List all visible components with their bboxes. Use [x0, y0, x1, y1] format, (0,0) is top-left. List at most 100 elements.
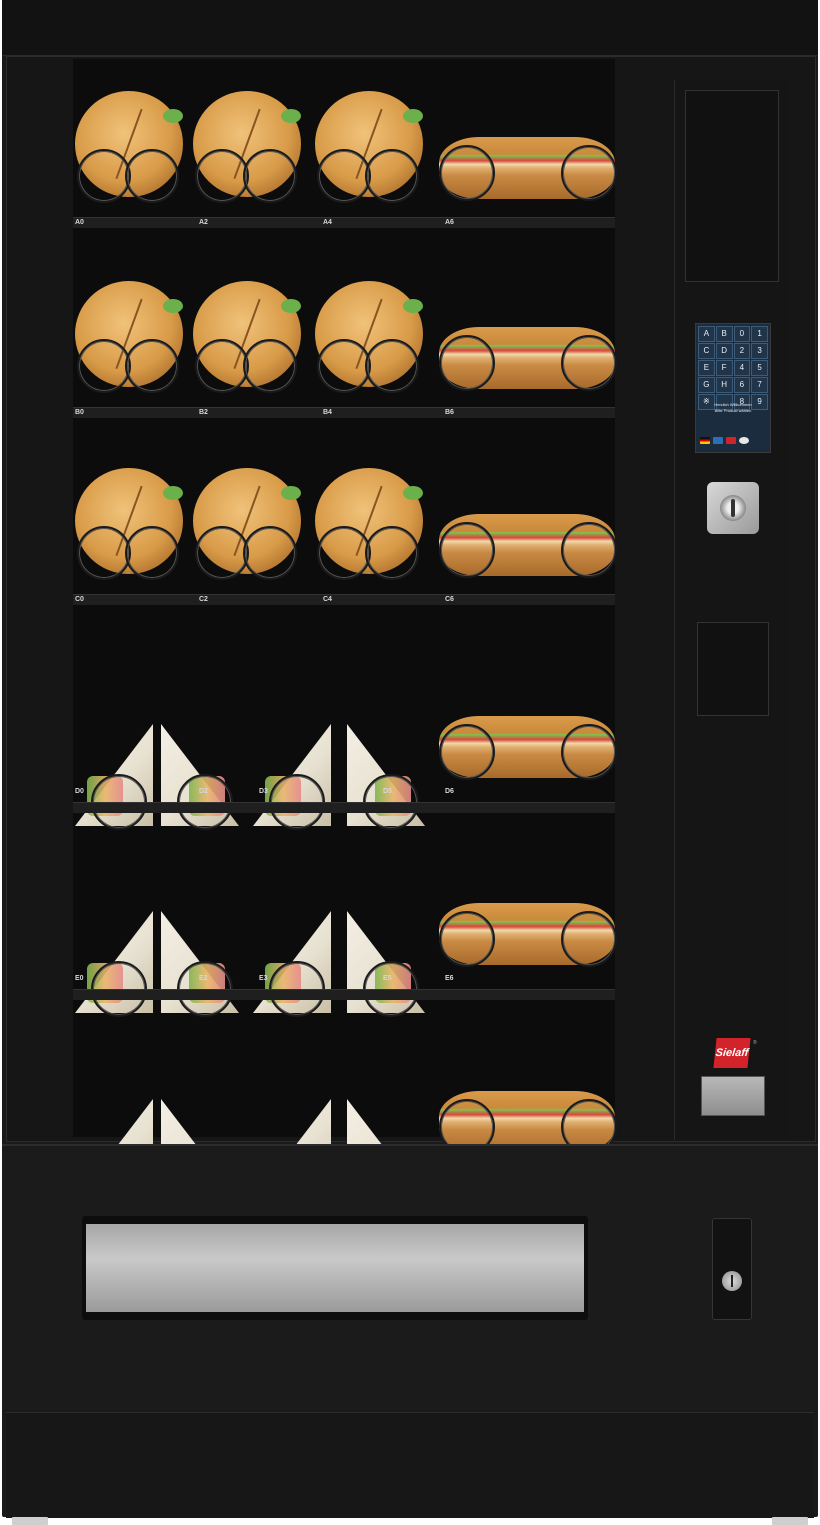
product-glass-window: A0 A2 A4 A6 B0 B2 B4 B6 C0 C2 C4 C6 D0 D2 D3 D5 D6 E0 E2 E3…	[73, 59, 617, 1205]
slot-label: A0	[75, 219, 84, 226]
spiral-coil	[125, 526, 179, 580]
keypad-key[interactable]: D	[715, 343, 733, 359]
welcome-line-2: Bitte Produkt wählen	[714, 408, 752, 413]
slot-label: B2	[199, 409, 208, 416]
slot-label: A2	[199, 219, 208, 226]
spiral-coil	[195, 339, 249, 393]
slot-label: E3	[259, 975, 268, 982]
machine-plinth	[6, 1412, 814, 1518]
spiral-coil	[439, 145, 495, 201]
card-reader-recess	[685, 90, 779, 282]
lettuce	[281, 486, 301, 500]
product-baguette	[439, 514, 617, 578]
touch-screen[interactable]: A B 0 1 C D 2 3 E F 4 5 G H 6 7 ※ 8 9 Herzlich Willkommen …	[695, 323, 771, 453]
spiral-coil	[317, 149, 371, 203]
spiral-coil	[77, 149, 131, 203]
product-roll	[313, 87, 427, 203]
keypad-key[interactable]: H	[715, 377, 733, 393]
spiral-coil	[195, 526, 249, 580]
delivery-flap[interactable]	[86, 1224, 584, 1312]
slot-label: E2	[199, 975, 208, 982]
sielaff-icon[interactable]	[726, 437, 736, 444]
spiral-coil	[561, 724, 617, 780]
product-baguette	[439, 327, 617, 391]
slot-label: D5	[383, 788, 392, 795]
spiral-coil	[195, 149, 249, 203]
spiral-coil	[439, 522, 495, 578]
keypad-key[interactable]: 5	[751, 360, 768, 376]
slot-label: D6	[445, 788, 454, 795]
keypad-key[interactable]: C	[698, 343, 715, 359]
slot-label: C4	[323, 596, 332, 603]
product-baguette	[439, 903, 617, 967]
keypad-key[interactable]: 6	[733, 377, 751, 393]
product-roll	[191, 87, 305, 203]
keypad-key[interactable]: B	[715, 326, 733, 342]
keypad-key[interactable]: 3	[751, 343, 768, 359]
keypad-key[interactable]: E	[698, 360, 715, 376]
spiral-coil	[243, 339, 297, 393]
product-roll	[191, 464, 305, 580]
spiral-coil	[365, 149, 419, 203]
slot-label: A4	[323, 219, 332, 226]
slot-label: C0	[75, 596, 84, 603]
shelf-row-b: B0 B2 B4 B6	[73, 249, 617, 437]
coin-return-plate[interactable]	[701, 1076, 765, 1116]
slot-label: C6	[445, 596, 454, 603]
spiral-coil	[243, 526, 297, 580]
lettuce	[403, 109, 423, 123]
keypad-key[interactable]: G	[698, 377, 715, 393]
shelf-rail	[73, 217, 615, 228]
spiral-coil	[561, 145, 617, 201]
language-icon[interactable]	[739, 437, 749, 444]
shelf-row-d: D0 D2 D3 D5 D6	[73, 624, 617, 830]
slot-label: E6	[445, 975, 454, 982]
keypad-key[interactable]: 0	[733, 326, 751, 342]
keypad-key[interactable]: 1	[751, 326, 768, 342]
product-roll	[73, 87, 187, 203]
brand-logo: Sielaff	[713, 1038, 751, 1068]
product-roll	[313, 464, 427, 580]
spiral-coil	[317, 339, 371, 393]
keypad-key[interactable]: F	[715, 360, 733, 376]
spiral-coil	[125, 339, 179, 393]
machine-foot-right	[772, 1517, 808, 1525]
slot-label: D0	[75, 788, 84, 795]
slot-label: D2	[199, 788, 208, 795]
flag-de-icon[interactable]	[700, 437, 710, 444]
shelf-rail	[73, 594, 615, 605]
spiral-coil	[561, 911, 617, 967]
lock-icon[interactable]	[722, 1271, 742, 1291]
slot-label: E5	[383, 975, 392, 982]
lock-keyhole	[731, 1275, 733, 1287]
spiral-coil	[243, 149, 297, 203]
lettuce	[281, 109, 301, 123]
door-lock-panel	[712, 1218, 752, 1320]
shelf-row-c: C0 C2 C4 C6	[73, 436, 617, 624]
keypad-key[interactable]: 4	[733, 360, 751, 376]
info-icon[interactable]	[713, 437, 723, 444]
brand-registered-mark: ®	[753, 1040, 757, 1046]
shelf-row-e: E0 E2 E3 E5 E6	[73, 811, 617, 1017]
spiral-coil	[561, 335, 617, 391]
slot-label: A6	[445, 219, 454, 226]
keypad-key[interactable]: 2	[733, 343, 751, 359]
shelf-row-a: A0 A2 A4 A6	[73, 59, 617, 247]
slot-label: B6	[445, 409, 454, 416]
delivery-compartment	[82, 1216, 588, 1320]
spiral-coil	[439, 911, 495, 967]
coin-insert-slot[interactable]	[707, 482, 759, 534]
screen-icon-bar	[700, 437, 766, 444]
slot-label: D3	[259, 788, 268, 795]
spiral-coil	[561, 522, 617, 578]
lower-cabinet	[2, 1144, 818, 1410]
spiral-coil	[439, 335, 495, 391]
product-roll	[73, 277, 187, 393]
lettuce	[163, 299, 183, 313]
keypad-key[interactable]: A	[698, 326, 715, 342]
slot-label: B0	[75, 409, 84, 416]
machine-foot-left	[12, 1517, 48, 1525]
product-roll	[191, 277, 305, 393]
keypad-key[interactable]: 7	[751, 377, 768, 393]
lettuce	[163, 109, 183, 123]
